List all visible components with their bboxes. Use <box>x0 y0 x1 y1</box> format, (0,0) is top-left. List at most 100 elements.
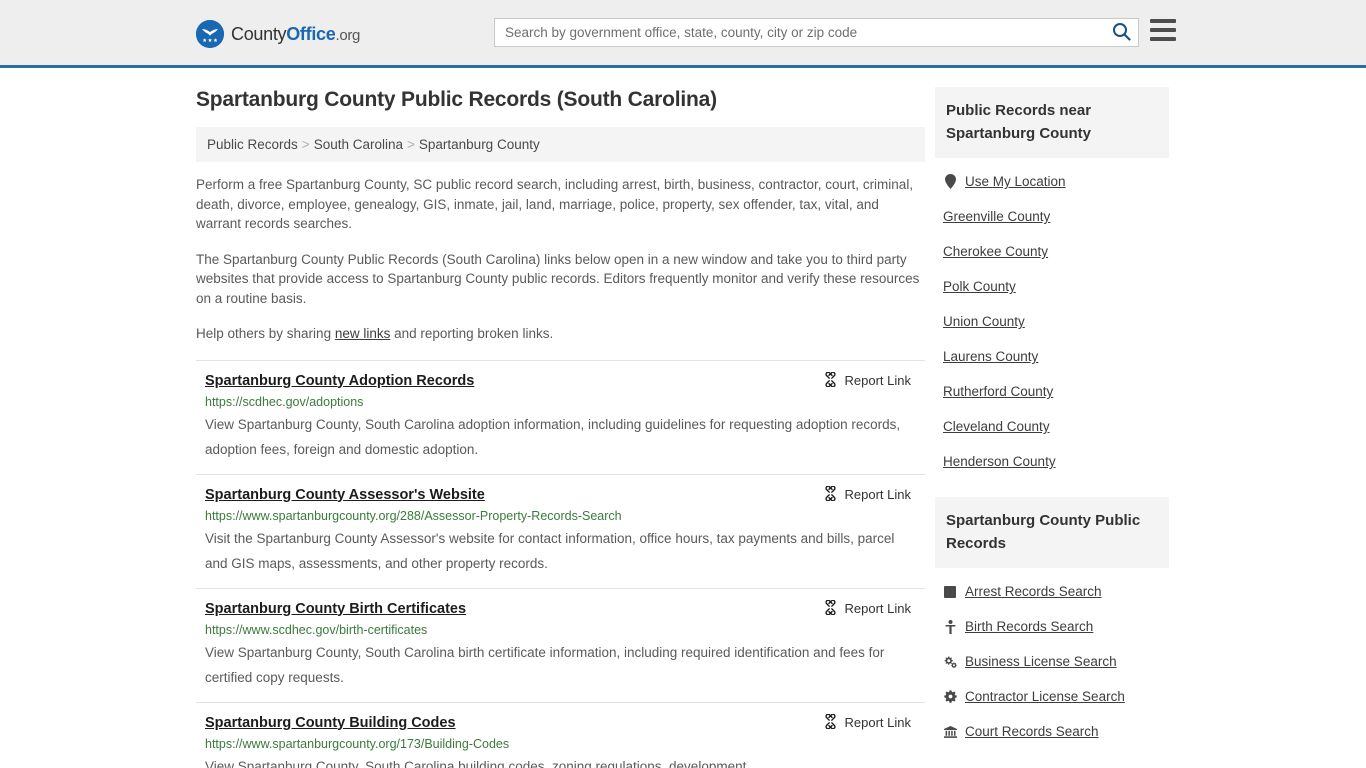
record-title-link[interactable]: Spartanburg County Adoption Records <box>205 372 474 390</box>
breadcrumb-separator: > <box>301 137 310 152</box>
logo-text-county: County <box>231 23 287 44</box>
sidebar-link-label[interactable]: Cherokee County <box>943 243 1048 260</box>
breadcrumb-item-south-carolina[interactable]: South Carolina <box>314 137 403 152</box>
gear-icon <box>943 690 957 703</box>
cogs-icon <box>943 655 957 668</box>
fingerprint-square-icon <box>943 585 957 598</box>
intro-text: Perform a free Spartanburg County, SC pu… <box>196 175 925 344</box>
sidebar-item-laurens-county[interactable]: Laurens County <box>935 339 1169 374</box>
record-description: View Spartanburg County, South Carolina … <box>205 758 747 768</box>
sidebar-link-label[interactable]: Polk County <box>943 278 1016 295</box>
record-header: Spartanburg County Adoption Records Repo… <box>205 371 925 390</box>
sidebar-heading-records: Spartanburg County Public Records <box>935 497 1169 568</box>
breadcrumb-separator: > <box>407 137 415 152</box>
sidebar-heading-nearby: Public Records near Spartanburg County <box>935 87 1169 158</box>
sidebar-link-label[interactable]: Court Records Search <box>965 723 1099 740</box>
sidebar-link-label[interactable]: Business License Search <box>965 653 1117 670</box>
main-content: Spartanburg County Public Records (South… <box>196 87 925 768</box>
search-input[interactable] <box>495 19 1104 46</box>
sidebar-item-birth-records-search[interactable]: Birth Records Search <box>935 609 1169 644</box>
record-url: https://www.scdhec.gov/birth-certificate… <box>205 622 428 637</box>
help-line-after: and reporting broken links. <box>390 326 554 341</box>
record-url: https://www.spartanburgcounty.org/173/Bu… <box>205 736 510 751</box>
sidebar-item-union-county[interactable]: Union County <box>935 304 1169 339</box>
sidebar-link-label[interactable]: Arrest Records Search <box>965 583 1102 600</box>
sidebar-link-label[interactable]: Cleveland County <box>943 418 1050 435</box>
sidebar: Public Records near Spartanburg County U… <box>935 87 1169 767</box>
sidebar-block-nearby: Public Records near Spartanburg County U… <box>935 87 1169 479</box>
record-title-link[interactable]: Spartanburg County Birth Certificates <box>205 600 466 618</box>
report-link-label: Report Link <box>844 373 911 388</box>
sidebar-link-label[interactable]: Rutherford County <box>943 383 1053 400</box>
sidebar-item-cleveland-county[interactable]: Cleveland County <box>935 409 1169 444</box>
sidebar-item-rutherford-county[interactable]: Rutherford County <box>935 374 1169 409</box>
breadcrumb: Public Records > South Carolina > Spartanbur… <box>196 127 925 162</box>
hamburger-bar <box>1150 28 1176 32</box>
new-links-link[interactable]: new links <box>335 326 391 341</box>
report-link-button[interactable]: Report Link <box>823 371 925 390</box>
report-link-label: Report Link <box>844 715 911 730</box>
record-description: Visit the Spartanburg County Assessor's … <box>205 530 895 571</box>
record-header: Spartanburg County Building Codes Report… <box>205 713 925 732</box>
record-description: View Spartanburg County, South Carolina … <box>205 416 901 457</box>
record-header: Spartanburg County Assessor's Website Re… <box>205 485 925 504</box>
page-title: Spartanburg County Public Records (South… <box>196 88 717 111</box>
sidebar-link-label[interactable]: Greenville County <box>943 208 1050 225</box>
record-header: Spartanburg County Birth Certificates Re… <box>205 599 925 618</box>
site-logo[interactable]: CountyOffice.org <box>196 20 360 48</box>
sidebar-link-label[interactable]: Use My Location <box>965 173 1066 190</box>
intro-paragraph-2: The Spartanburg County Public Records (S… <box>196 251 920 306</box>
sidebar-item-cherokee-county[interactable]: Cherokee County <box>935 234 1169 269</box>
help-line-before: Help others by sharing <box>196 326 335 341</box>
record-title-link[interactable]: Spartanburg County Assessor's Website <box>205 486 485 504</box>
baby-icon <box>943 619 957 634</box>
sidebar-item-business-license-search[interactable]: Business License Search <box>935 644 1169 679</box>
report-link-button[interactable]: Report Link <box>823 713 925 732</box>
sidebar-link-label[interactable]: Birth Records Search <box>965 618 1093 635</box>
sidebar-item-contractor-license-search[interactable]: Contractor License Search <box>935 679 1169 714</box>
page-body: Spartanburg County Public Records (South… <box>0 68 1366 768</box>
record-title-link[interactable]: Spartanburg County Building Codes <box>205 714 456 732</box>
record-item: Spartanburg County Building Codes Report… <box>196 701 925 768</box>
broken-link-icon <box>823 485 838 504</box>
sidebar-item-use-my-location[interactable]: Use My Location <box>935 164 1169 199</box>
courthouse-icon <box>943 725 957 738</box>
hamburger-menu-icon[interactable] <box>1150 19 1176 41</box>
sidebar-item-arrest-records-search[interactable]: Arrest Records Search <box>935 574 1169 609</box>
sidebar-nearby-list: Use My Location Greenville County Cherok… <box>935 158 1169 479</box>
record-description: View Spartanburg County, South Carolina … <box>205 644 885 685</box>
sidebar-item-henderson-county[interactable]: Henderson County <box>935 444 1169 479</box>
report-link-button[interactable]: Report Link <box>823 599 925 618</box>
broken-link-icon <box>823 599 838 618</box>
eagle-shield-logo-icon <box>196 20 224 48</box>
report-link-label: Report Link <box>844 601 911 616</box>
search-box <box>494 18 1139 47</box>
record-item: Spartanburg County Birth Certificates Re… <box>196 587 925 702</box>
hamburger-bar <box>1150 37 1176 41</box>
sidebar-block-records: Spartanburg County Public Records Arrest… <box>935 497 1169 749</box>
sidebar-records-list: Arrest Records Search Birth Records Sear… <box>935 568 1169 749</box>
intro-paragraph-1: Perform a free Spartanburg County, SC pu… <box>196 177 914 231</box>
sidebar-link-label[interactable]: Henderson County <box>943 453 1056 470</box>
help-line: Help others by sharing new links and rep… <box>196 324 925 344</box>
logo-text-tld: .org <box>335 26 361 44</box>
breadcrumb-item-public-records[interactable]: Public Records <box>207 137 298 152</box>
sidebar-item-court-records-search[interactable]: Court Records Search <box>935 714 1169 749</box>
report-link-button[interactable]: Report Link <box>823 485 925 504</box>
hamburger-bar <box>1150 19 1176 23</box>
broken-link-icon <box>823 371 838 390</box>
logo-text-office: Office <box>286 23 336 44</box>
report-link-label: Report Link <box>844 487 911 502</box>
sidebar-link-label[interactable]: Union County <box>943 313 1025 330</box>
search-button[interactable] <box>1104 19 1138 46</box>
breadcrumb-item-spartanburg-county[interactable]: Spartanburg County <box>419 137 540 152</box>
record-url: https://scdhec.gov/adoptions <box>205 394 364 409</box>
sidebar-link-label[interactable]: Laurens County <box>943 348 1038 365</box>
record-item: Spartanburg County Assessor's Website Re… <box>196 473 925 588</box>
record-url: https://www.spartanburgcounty.org/288/As… <box>205 508 622 523</box>
sidebar-item-polk-county[interactable]: Polk County <box>935 269 1169 304</box>
map-pin-icon <box>943 174 957 189</box>
sidebar-link-label[interactable]: Contractor License Search <box>965 688 1125 705</box>
sidebar-item-greenville-county[interactable]: Greenville County <box>935 199 1169 234</box>
search-icon <box>1112 22 1131 44</box>
